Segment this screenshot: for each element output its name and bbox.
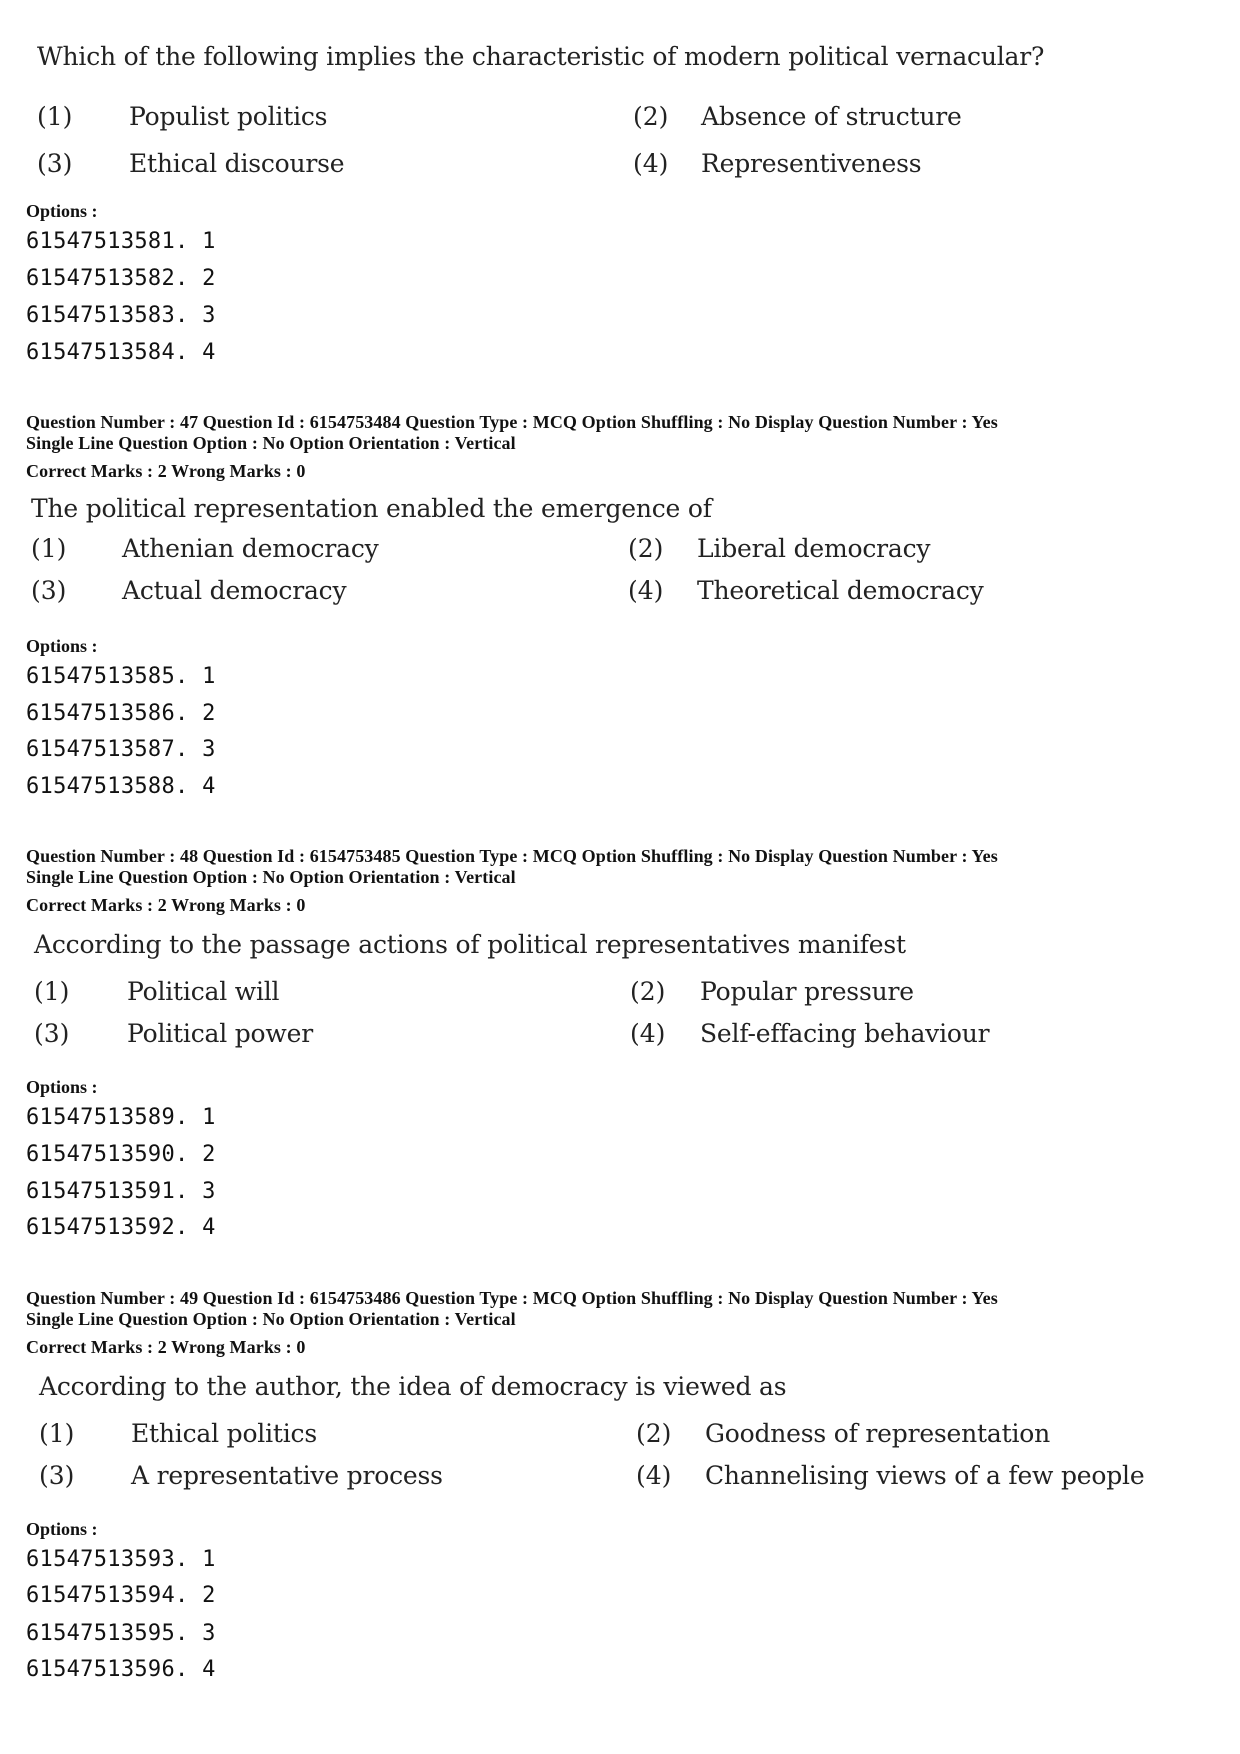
question-meta-line: Question Number : 48 Question Id : 61547… (26, 846, 998, 866)
option-id: 61547513583. 3 (26, 303, 216, 328)
options-label: Options : (26, 1519, 98, 1539)
option-id: 61547513584. 4 (26, 340, 216, 365)
choice-text: Representiveness (701, 149, 922, 178)
option-id: 61547513590. 2 (26, 1142, 216, 1167)
option-id: 61547513593. 1 (26, 1547, 216, 1572)
choice-number: (1) (39, 1419, 75, 1448)
options-label: Options : (26, 201, 98, 221)
option-id: 61547513585. 1 (26, 664, 216, 689)
option-id: 61547513591. 3 (26, 1179, 216, 1204)
choice-number: (4) (636, 1461, 672, 1490)
choice-number: (1) (37, 102, 73, 131)
option-id: 61547513586. 2 (26, 701, 216, 726)
choice-text: Goodness of representation (705, 1419, 1050, 1448)
choice-text: Absence of structure (701, 102, 962, 131)
question-text: According to the passage actions of poli… (34, 930, 906, 959)
choice-number: (4) (633, 149, 669, 178)
marks-line: Correct Marks : 2 Wrong Marks : 0 (26, 1337, 306, 1357)
option-id: 61547513594. 2 (26, 1583, 216, 1608)
choice-text: Political will (127, 977, 280, 1006)
question-text: Which of the following implies the chara… (37, 42, 1045, 71)
option-id: 61547513582. 2 (26, 266, 216, 291)
choice-text: A representative process (131, 1461, 443, 1490)
option-id: 61547513589. 1 (26, 1105, 216, 1130)
option-id: 61547513596. 4 (26, 1657, 216, 1682)
option-id: 61547513581. 1 (26, 229, 216, 254)
marks-line: Correct Marks : 2 Wrong Marks : 0 (26, 461, 306, 481)
option-id: 61547513592. 4 (26, 1215, 216, 1240)
choice-text: Political power (127, 1019, 313, 1048)
question-meta-line: Question Number : 47 Question Id : 61547… (26, 412, 998, 432)
option-id: 61547513595. 3 (26, 1621, 216, 1646)
choice-number: (1) (34, 977, 70, 1006)
choice-text: Channelising views of a few people (705, 1461, 1145, 1490)
question-text: The political representation enabled the… (31, 494, 712, 523)
options-label: Options : (26, 636, 98, 656)
question-meta-line: Single Line Question Option : No Option … (26, 433, 516, 453)
choice-number: (2) (633, 102, 669, 131)
choice-number: (4) (628, 576, 664, 605)
choice-text: Ethical politics (131, 1419, 317, 1448)
question-meta-line: Question Number : 49 Question Id : 61547… (26, 1288, 998, 1308)
choice-text: Liberal democracy (697, 534, 931, 563)
choice-text: Athenian democracy (122, 534, 379, 563)
question-text: According to the author, the idea of dem… (39, 1372, 787, 1401)
option-id: 61547513588. 4 (26, 774, 216, 799)
question-meta-line: Single Line Question Option : No Option … (26, 867, 516, 887)
choice-text: Populist politics (129, 102, 328, 131)
choice-text: Theoretical democracy (697, 576, 984, 605)
choice-number: (4) (630, 1019, 666, 1048)
choice-number: (3) (34, 1019, 70, 1048)
choice-text: Self-effacing behaviour (700, 1019, 990, 1048)
choice-text: Popular pressure (700, 977, 914, 1006)
options-label: Options : (26, 1077, 98, 1097)
choice-number: (1) (31, 534, 67, 563)
choice-number: (2) (630, 977, 666, 1006)
choice-number: (3) (31, 576, 67, 605)
choice-number: (3) (39, 1461, 75, 1490)
choice-number: (3) (37, 149, 73, 178)
choice-text: Actual democracy (122, 576, 347, 605)
question-meta-line: Single Line Question Option : No Option … (26, 1309, 516, 1329)
choice-number: (2) (636, 1419, 672, 1448)
choice-text: Ethical discourse (129, 149, 345, 178)
option-id: 61547513587. 3 (26, 737, 216, 762)
choice-number: (2) (628, 534, 664, 563)
marks-line: Correct Marks : 2 Wrong Marks : 0 (26, 895, 306, 915)
